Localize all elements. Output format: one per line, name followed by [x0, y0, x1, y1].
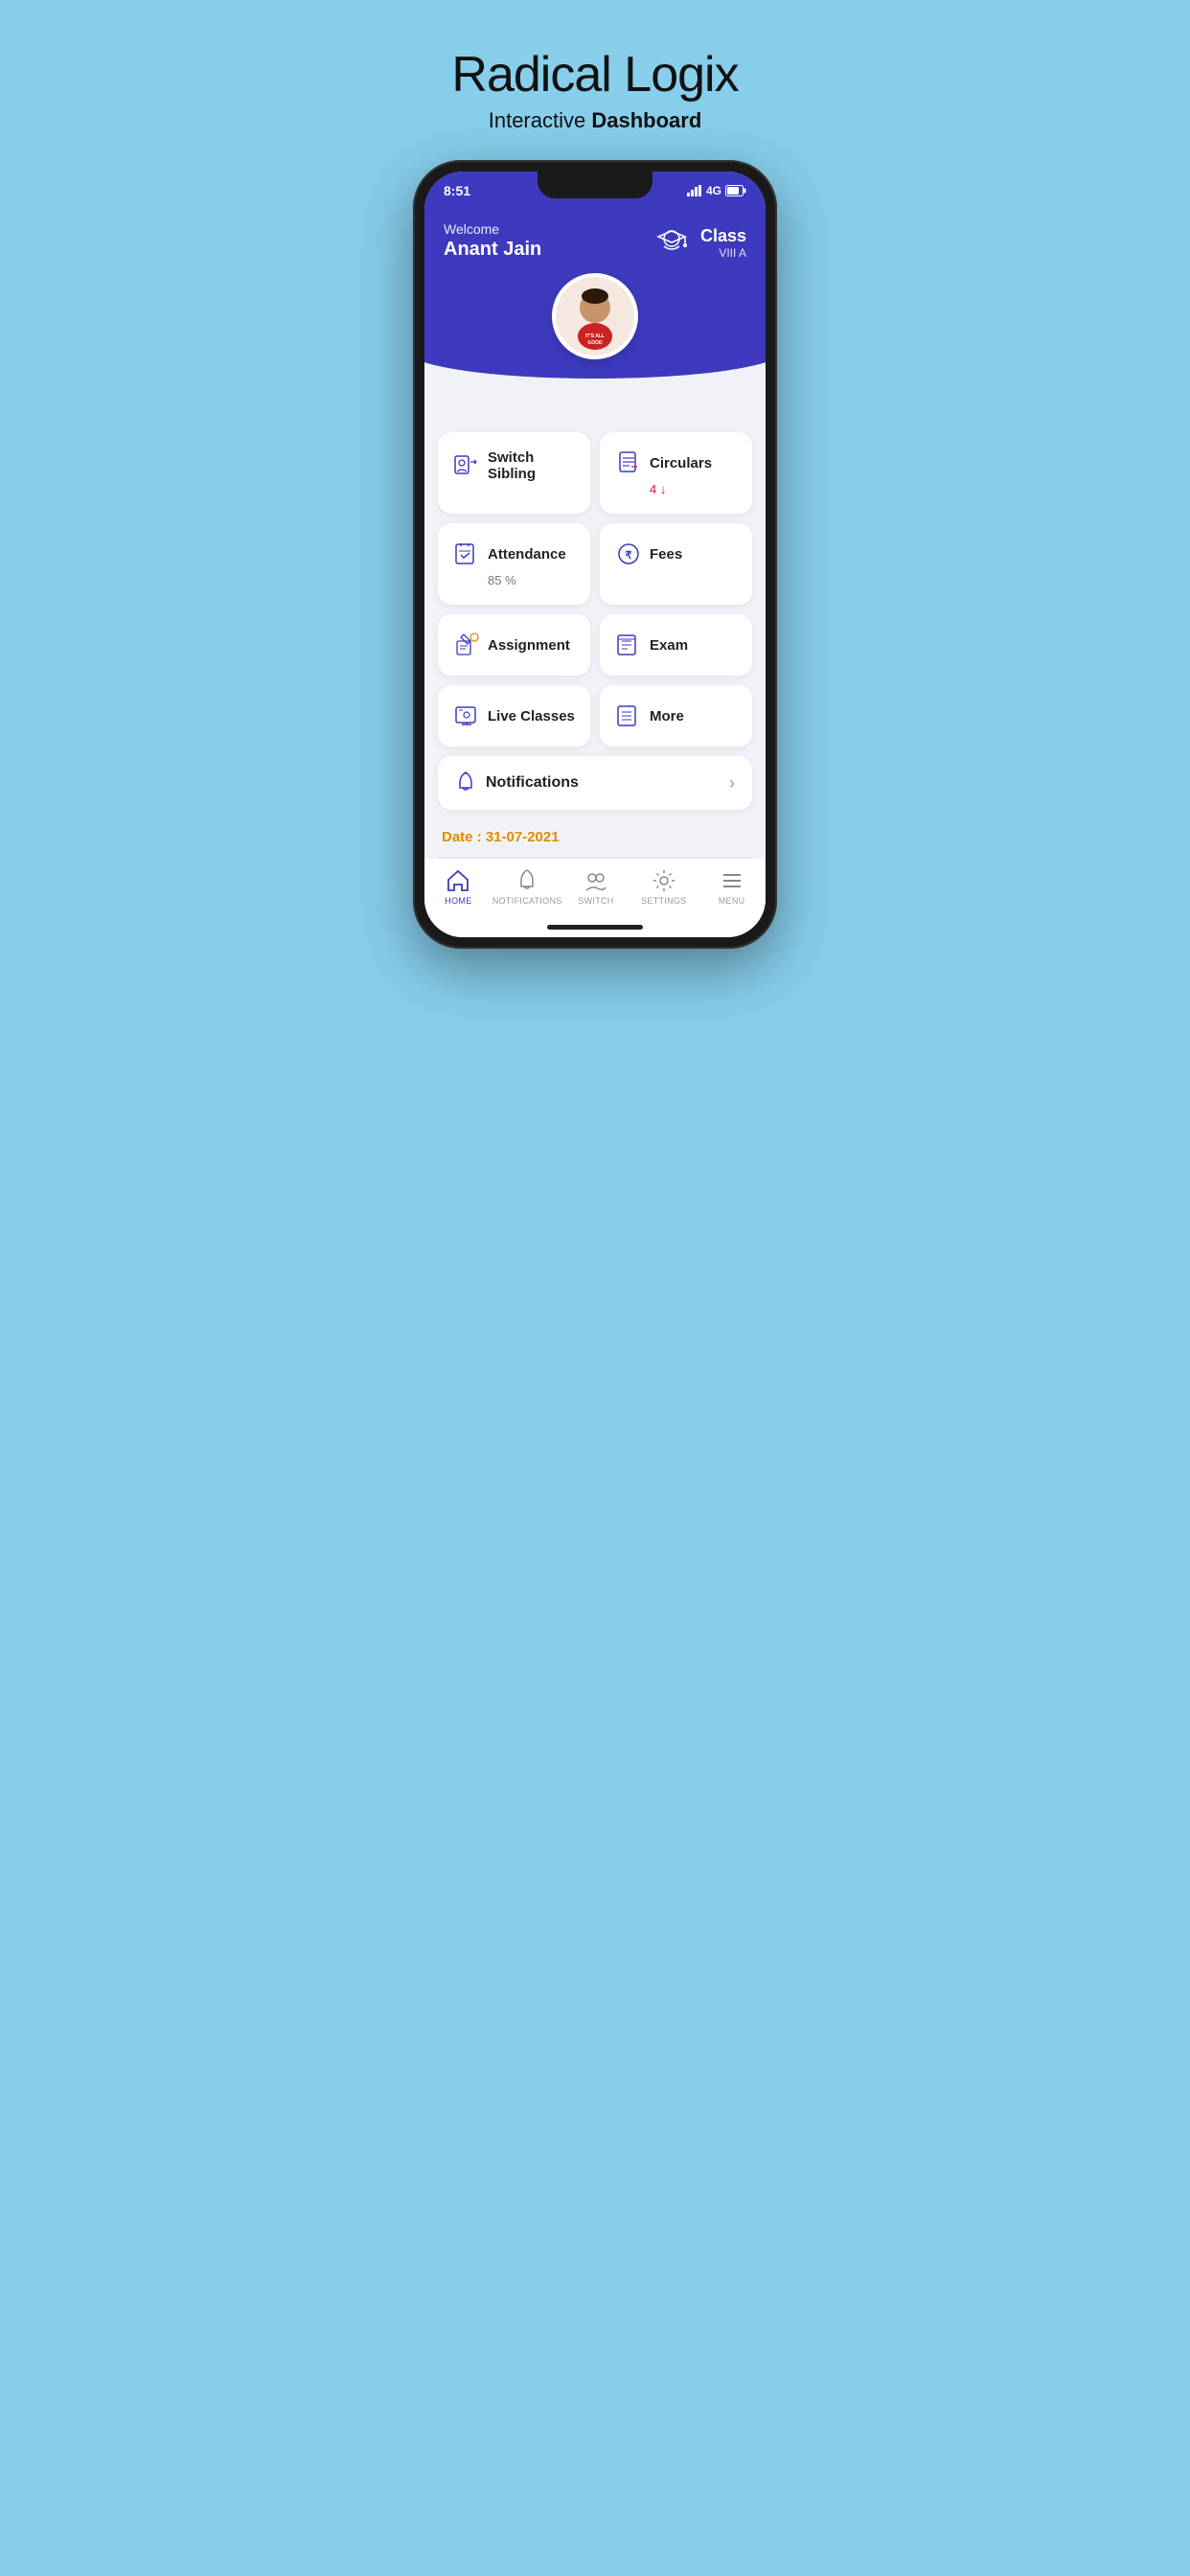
graduation-icon [651, 221, 693, 264]
grid-row-2: Attendance 85 % ₹ Fees [438, 523, 752, 605]
attendance-title: Attendance [488, 546, 566, 563]
live-classes-title: Live Classes [488, 708, 575, 724]
class-label: Class [700, 226, 746, 246]
circulars-icon [615, 449, 642, 476]
svg-text:₹: ₹ [626, 550, 632, 562]
switch-nav-label: SWITCH [578, 896, 613, 906]
switch-nav-icon [584, 868, 608, 893]
status-icons: 4G [687, 184, 746, 197]
welcome-section: Welcome Anant Jain [444, 221, 541, 261]
attendance-icon-row: Attendance [453, 540, 575, 567]
home-nav-icon [446, 868, 470, 893]
attendance-card[interactable]: Attendance 85 % [438, 523, 590, 605]
more-card[interactable]: More [600, 685, 752, 747]
circulars-icon-row: Circulars [615, 449, 737, 476]
more-title: More [650, 708, 684, 724]
circulars-card[interactable]: Circulars 4 ↓ [600, 432, 752, 514]
avatar-image: IT'S ALL GOOD [556, 277, 634, 356]
more-icon [615, 702, 642, 729]
home-bar [547, 925, 643, 930]
switch-sibling-icon-row: Switch Sibling [453, 449, 575, 482]
grid-row-3: Assignment [438, 614, 752, 676]
nav-switch[interactable]: SWITCH [562, 868, 630, 906]
subtitle-bold: Dashboard [591, 108, 701, 132]
notif-left: Notifications [455, 771, 579, 794]
fees-icon-row: ₹ Fees [615, 540, 737, 567]
status-bar: 8:51 4G [424, 172, 766, 206]
class-info: Class VIII A [700, 226, 746, 260]
class-section: Class VIII A [651, 221, 746, 264]
bell-icon [455, 771, 476, 794]
svg-text:GOOD: GOOD [587, 340, 603, 346]
page-wrapper: Radical Logix Interactive Dashboard 8:51… [365, 19, 825, 987]
settings-nav-icon [652, 868, 676, 893]
notifications-row[interactable]: Notifications › [438, 756, 752, 810]
switch-sibling-icon [453, 452, 480, 479]
network-label: 4G [706, 184, 721, 197]
circulars-title: Circulars [650, 455, 712, 472]
assignment-title: Assignment [488, 637, 570, 654]
notifications-title: Notifications [486, 774, 579, 792]
assignment-icon-row: Assignment [453, 632, 575, 658]
nav-menu[interactable]: MENU [698, 868, 766, 906]
more-icon-row: More [615, 702, 737, 729]
nav-notifications[interactable]: NOTIFICATIONS [492, 868, 562, 906]
assignment-card[interactable]: Assignment [438, 614, 590, 676]
switch-sibling-card[interactable]: Switch Sibling [438, 432, 590, 514]
chevron-right-icon: › [729, 773, 735, 794]
settings-nav-label: SETTINGS [641, 896, 686, 906]
signal-icon [687, 185, 702, 196]
welcome-text: Welcome [444, 221, 541, 237]
phone-screen: 8:51 4G [424, 172, 766, 937]
live-classes-icon [453, 702, 480, 729]
notif-nav-icon [515, 868, 539, 893]
subtitle-plain: Interactive [489, 108, 592, 132]
status-time: 8:51 [444, 183, 470, 198]
assignment-icon [453, 632, 480, 658]
grid-row-4: Live Classes More [438, 685, 752, 747]
student-name: Anant Jain [444, 239, 541, 261]
bottom-nav: HOME NOTIFICATIONS SWITCH [424, 859, 766, 925]
home-indicator [424, 925, 766, 937]
exam-icon-row: Exam [615, 632, 737, 658]
exam-title: Exam [650, 637, 688, 654]
fees-title: Fees [650, 546, 682, 563]
date-row: Date : 31-07-2021 [438, 821, 752, 859]
exam-card[interactable]: Exam [600, 614, 752, 676]
svg-text:IT'S ALL: IT'S ALL [585, 334, 605, 339]
fees-card[interactable]: ₹ Fees [600, 523, 752, 605]
page-subtitle: Interactive Dashboard [489, 108, 702, 133]
fees-icon: ₹ [615, 540, 642, 567]
attendance-icon [453, 540, 480, 567]
circulars-count: 4 ↓ [650, 482, 737, 496]
menu-nav-label: MENU [719, 896, 745, 906]
nav-settings[interactable]: SETTINGS [629, 868, 698, 906]
battery-icon [725, 185, 746, 196]
switch-sibling-title: Switch Sibling [488, 449, 575, 482]
avatar-container: IT'S ALL GOOD [438, 273, 752, 359]
exam-icon [615, 632, 642, 658]
attendance-subtitle: 85 % [488, 573, 575, 587]
home-nav-label: HOME [445, 896, 471, 906]
nav-home[interactable]: HOME [424, 868, 492, 906]
content-inner: Switch Sibling [438, 375, 752, 859]
class-value: VIII A [700, 246, 746, 260]
notch [538, 172, 652, 198]
live-classes-icon-row: Live Classes [453, 702, 575, 729]
live-classes-card[interactable]: Live Classes [438, 685, 590, 747]
notif-nav-label: NOTIFICATIONS [492, 896, 562, 906]
phone-frame: 8:51 4G [413, 160, 777, 949]
menu-nav-icon [720, 868, 744, 893]
content-area: IT'S ALL GOOD [424, 273, 766, 859]
page-title: Radical Logix [451, 48, 738, 103]
avatar: IT'S ALL GOOD [552, 273, 638, 359]
grid-row-1: Switch Sibling [438, 432, 752, 514]
date-text: Date : 31-07-2021 [442, 829, 560, 845]
